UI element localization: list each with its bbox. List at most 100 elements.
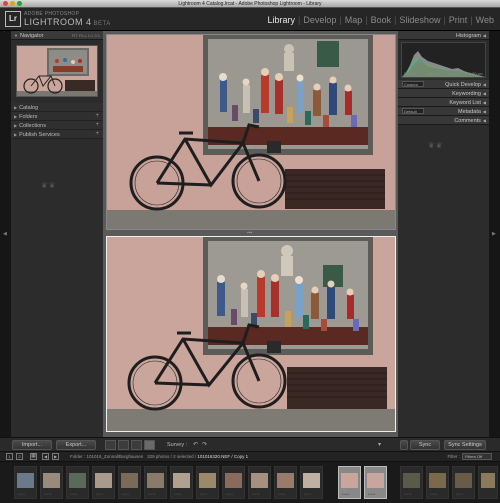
- forward-arrow-icon[interactable]: ▶: [52, 453, 59, 460]
- histogram-label: Histogram: [455, 33, 481, 39]
- thumb-image: [455, 473, 472, 488]
- left-panel-edge[interactable]: ◀: [0, 31, 11, 437]
- identity-plate-bar: Lr ADOBE PHOTOSHOP LIGHTROOM 4 BETA Libra…: [0, 8, 500, 31]
- filmstrip-thumb[interactable]: •••••: [40, 466, 63, 499]
- metadata-preset-select[interactable]: Default: [402, 108, 424, 114]
- sync-button[interactable]: Sync: [410, 440, 440, 450]
- secondary-window-button[interactable]: 2: [16, 453, 23, 460]
- beta-tag: BETA: [93, 21, 111, 27]
- rotate-right-icon[interactable]: ↷: [202, 440, 207, 450]
- filmstrip-thumb[interactable]: •••••: [222, 466, 245, 499]
- module-slideshow[interactable]: Slideshow: [396, 15, 443, 25]
- rotate-left-icon[interactable]: ↶: [193, 440, 198, 450]
- iso-value: ISO 400: [404, 72, 417, 76]
- module-print[interactable]: Print: [446, 15, 471, 25]
- right-panel-edge[interactable]: ▶: [489, 31, 500, 437]
- comments-header[interactable]: Comments ◀: [398, 116, 489, 125]
- thumb-rating: •••••: [368, 492, 376, 496]
- export-button[interactable]: Export...: [56, 440, 96, 450]
- collapse-right-icon[interactable]: ▶: [492, 231, 496, 237]
- add-collection-icon[interactable]: +: [95, 121, 99, 130]
- filmstrip-thumb[interactable]: [478, 466, 498, 499]
- thumb-image: [341, 473, 358, 488]
- folders-section-header[interactable]: ▶ Folders +: [11, 112, 103, 121]
- sync-settings-button[interactable]: Sync Settings: [444, 440, 486, 450]
- module-web[interactable]: Web: [473, 15, 497, 25]
- navigator-zoom-options[interactable]: FIT FILL 1:1 3:1: [72, 31, 100, 40]
- quick-develop-label: Quick Develop: [445, 82, 481, 88]
- publish-services-section-header[interactable]: ▶ Publish Services +: [11, 130, 103, 139]
- filmstrip-thumb[interactable]: •••••: [196, 466, 219, 499]
- filmstrip-thumb-selected[interactable]: •••••: [338, 466, 361, 499]
- module-map[interactable]: Map: [342, 15, 366, 25]
- filmstrip-thumb[interactable]: •••••: [118, 466, 141, 499]
- back-arrow-icon[interactable]: ◀: [42, 453, 49, 460]
- collections-section-header[interactable]: ▶ Collections +: [11, 121, 103, 130]
- thumb-rating: •••••: [404, 492, 412, 496]
- sync-toggle-button[interactable]: [400, 440, 408, 450]
- product-label: LIGHTROOM 4 BETA: [24, 17, 111, 27]
- quick-develop-header[interactable]: Custom Quick Develop ◀: [398, 80, 489, 89]
- filmstrip-thumb-selected[interactable]: •••••: [364, 466, 387, 499]
- panel-end-ornament-icon: ❦❦: [41, 181, 57, 190]
- expand-triangle-icon: ◀: [482, 91, 486, 96]
- catalog-section-header[interactable]: ▶ Catalog: [11, 103, 103, 112]
- histogram-header[interactable]: Histogram ◀: [398, 31, 489, 40]
- thumb-rating: •••••: [304, 492, 312, 496]
- filmstrip-thumb[interactable]: •••••: [400, 466, 423, 499]
- comments-label: Comments: [454, 118, 481, 124]
- add-folder-icon[interactable]: +: [95, 112, 99, 121]
- toolbar-options-dropdown-icon[interactable]: ▾: [378, 440, 381, 450]
- filmstrip-thumb[interactable]: •••••: [66, 466, 89, 499]
- thumb-image: [17, 473, 34, 488]
- module-book[interactable]: Book: [368, 15, 395, 25]
- primary-window-button[interactable]: 1: [6, 453, 13, 460]
- collapse-triangle-icon: ◀: [482, 33, 486, 38]
- expand-triangle-icon: ◀: [482, 118, 486, 123]
- filmstrip-thumb[interactable]: •••••: [452, 466, 475, 499]
- thumb-rating: •••••: [430, 492, 438, 496]
- thumb-rating: •••••: [18, 492, 26, 496]
- thumb-image: [481, 473, 495, 488]
- survey-photo-2-selected[interactable]: [106, 236, 396, 432]
- thumb-rating: •••••: [148, 492, 156, 496]
- add-publish-service-icon[interactable]: +: [95, 130, 99, 139]
- navigator-preview[interactable]: [16, 45, 98, 97]
- navigator-header[interactable]: ▼ Navigator FIT FILL 1:1 3:1: [11, 31, 103, 40]
- metadata-header[interactable]: Default Metadata ◀: [398, 107, 489, 116]
- survey-view-button[interactable]: [144, 440, 155, 450]
- loupe-view-button[interactable]: [118, 440, 129, 450]
- module-develop[interactable]: Develop: [300, 15, 339, 25]
- filmstrip-thumb[interactable]: •••••: [426, 466, 449, 499]
- collapse-triangle-icon: ▼: [14, 33, 18, 38]
- quick-develop-preset-select[interactable]: Custom: [402, 81, 424, 87]
- navigator-label: Navigator: [19, 33, 44, 39]
- filmstrip-thumb[interactable]: •••••: [274, 466, 297, 499]
- folder-path[interactable]: Folder : 101016_Zonnal/Burghausen: [70, 454, 143, 459]
- filmstrip-thumb[interactable]: •••••: [92, 466, 115, 499]
- right-panel: Histogram ◀ ISO 400 40 mm f / 5.6 1/50 se…: [398, 31, 489, 437]
- grid-icon[interactable]: ▦: [30, 453, 37, 460]
- filmstrip-thumb[interactable]: •••••: [248, 466, 271, 499]
- module-picker: Library | Develop | Map | Book | Slideshow | …: [264, 15, 497, 25]
- grid-view-button[interactable]: [105, 440, 116, 450]
- filmstrip-thumb[interactable]: •••••: [300, 466, 323, 499]
- thumb-image: [173, 473, 190, 488]
- compare-view-button[interactable]: [131, 440, 142, 450]
- thumb-rating: •••••: [122, 492, 130, 496]
- thumb-rating: •••••: [278, 492, 286, 496]
- filmstrip-thumb[interactable]: •••••: [144, 466, 167, 499]
- histogram-graph[interactable]: ISO 400 40 mm f / 5.6 1/50 sec: [401, 42, 486, 78]
- exif-info: ISO 400 40 mm f / 5.6 1/50 sec: [404, 72, 483, 76]
- filmstrip-thumb[interactable]: •••••: [170, 466, 193, 499]
- folders-label: Folders: [19, 114, 38, 120]
- survey-photo-1[interactable]: [106, 34, 396, 230]
- import-button[interactable]: Import...: [12, 440, 52, 450]
- keywording-header[interactable]: Keywording ◀: [398, 89, 489, 98]
- keyword-list-header[interactable]: Keyword List ◀: [398, 98, 489, 107]
- module-library[interactable]: Library: [264, 15, 298, 25]
- filmstrip-thumb[interactable]: •••••: [14, 466, 37, 499]
- collapse-left-icon[interactable]: ◀: [3, 231, 7, 237]
- filter-select[interactable]: Filters Off: [462, 453, 492, 460]
- expand-triangle-icon: ◀: [482, 82, 486, 87]
